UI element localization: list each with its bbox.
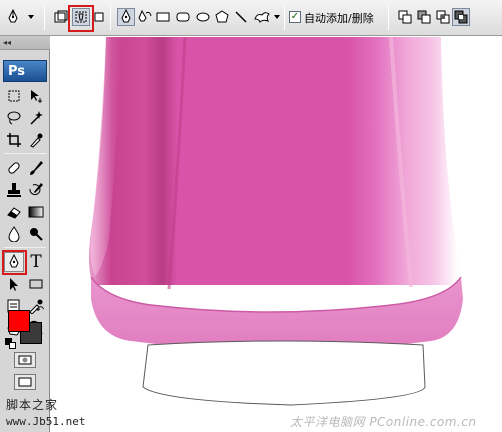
gradient-tool-icon[interactable] [26,202,46,222]
brush-tool-icon[interactable] [26,158,46,178]
dropdown-arrow-icon[interactable] [26,8,36,26]
jb51-watermark: 脚本之家 [6,398,59,412]
blur-tool-icon[interactable] [4,224,24,244]
ps-logo[interactable]: Ps [3,60,47,82]
document-canvas[interactable] [51,37,502,432]
custom-shape-icon[interactable] [252,8,272,26]
options-bar: ✓ 自动添加/删除 [0,0,502,36]
crop-tool-icon[interactable] [4,130,24,150]
clone-stamp-icon[interactable] [4,180,24,200]
dodge-tool-icon[interactable] [26,224,46,244]
foreground-color-swatch[interactable] [8,310,30,332]
healing-brush-icon[interactable] [4,158,24,178]
quick-mask-icon[interactable] [14,352,36,368]
pen-tool-icon[interactable] [4,8,22,26]
marquee-tool-icon[interactable] [4,86,24,106]
auto-add-delete-checkbox[interactable]: ✓ [289,11,301,23]
rectangle-shape-icon[interactable] [26,274,46,294]
eyedropper-slice-icon[interactable] [26,130,46,150]
tools-panel-header[interactable]: ◂◂ [0,36,50,50]
pen-tool-highlight-box [2,250,27,275]
custom-shape-dropdown-icon[interactable] [272,8,282,26]
auto-add-delete-label: 自动添加/删除 [304,12,374,25]
type-tool-icon[interactable]: T [26,252,46,272]
ellipse-icon[interactable] [194,8,212,26]
tools-panel: ◂◂ Ps T ↶ [0,36,50,432]
default-colors-icon-bg [9,342,16,349]
subtract-from-path-icon[interactable] [415,8,433,26]
pink-bottle-artwork [88,37,463,406]
fill-pixels-icon[interactable] [90,8,108,26]
history-brush-icon[interactable] [26,180,46,200]
intersect-path-icon[interactable] [434,8,452,26]
screen-mode-icon[interactable] [14,374,36,390]
line-icon[interactable] [232,8,250,26]
add-to-path-icon[interactable] [396,8,414,26]
photoshop-window: ✓ 自动添加/删除 ◂◂ Ps T ↶ 脚本之家 www.Jb51.net 太平… [0,0,502,432]
magic-wand-icon[interactable] [26,108,46,128]
path-selection-icon[interactable] [4,274,24,294]
lasso-tool-icon[interactable] [4,108,24,128]
jb51-url-watermark: www.Jb51.net [6,415,86,428]
rounded-rectangle-icon[interactable] [174,8,192,26]
swap-colors-icon[interactable]: ↶ [34,304,46,316]
rectangle-icon[interactable] [154,8,172,26]
move-tool-icon[interactable] [26,86,46,106]
pen-icon[interactable] [117,8,135,26]
eraser-tool-icon[interactable] [4,202,24,222]
freeform-pen-icon[interactable] [136,8,154,26]
polygon-icon[interactable] [213,8,231,26]
pconline-watermark: 太平洋电脑网 PConline.com.cn [290,415,477,429]
exclude-overlap-icon[interactable] [452,8,470,26]
